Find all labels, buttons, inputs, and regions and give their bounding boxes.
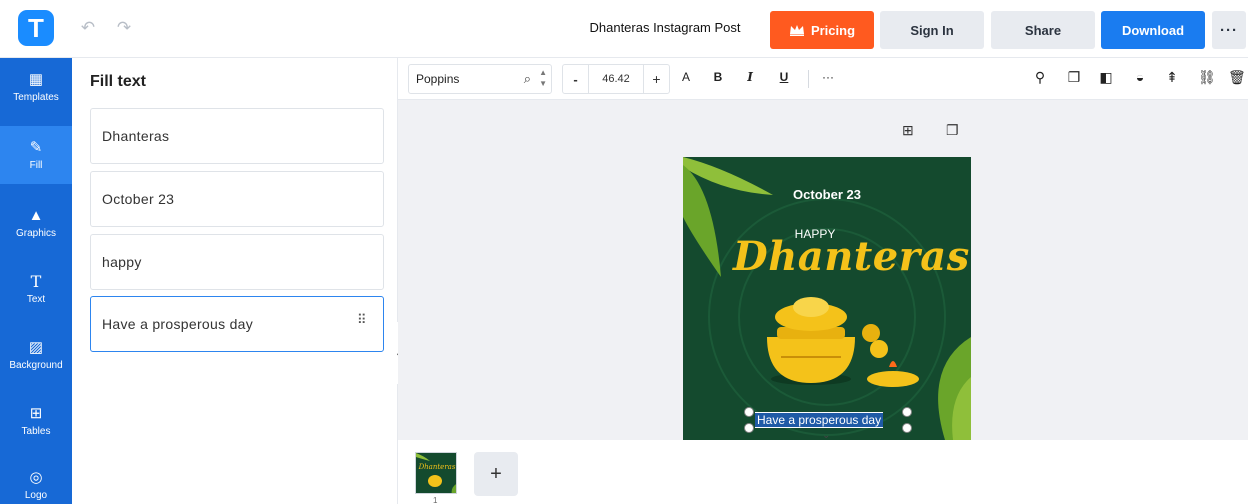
pricing-label: Pricing	[810, 22, 856, 38]
paint-roller-icon[interactable]: ⚲	[1032, 69, 1048, 86]
rail-item-logo[interactable]: ◎ Logo	[0, 456, 72, 504]
logo-icon: ◎	[29, 469, 43, 486]
italic-button[interactable]: I	[742, 70, 758, 84]
templates-icon: ▦	[28, 71, 44, 88]
duplicate-icon[interactable]: ❐	[1066, 69, 1082, 86]
stepper-arrows-icon: ▲ ▼	[539, 68, 547, 88]
text-field-date[interactable]: October 23	[90, 171, 384, 227]
text-toolbar: Poppins ⌕ ▲ ▼ - 46.42 + A B I U ··· ⚲ ❐ ◧…	[398, 58, 1248, 100]
design-artboard[interactable]: October 23 HAPPY Dhanteras Have a prospe…	[683, 157, 971, 440]
text-field-dhanteras[interactable]: Dhanteras	[90, 108, 384, 164]
more-text-options-button[interactable]: ···	[820, 70, 836, 84]
canvas-area: ⊞ ❐ October 23 HAPPY Dhanteras Have a pr…	[398, 100, 1248, 440]
more-options-button[interactable]: ···	[1212, 11, 1246, 49]
drag-handle-icon[interactable]: ⠿	[357, 313, 367, 326]
text-field-value: Have a prosperous day	[102, 316, 254, 332]
copy-page-icon[interactable]: ❐	[946, 122, 959, 139]
add-page-button[interactable]: +	[474, 452, 518, 496]
artboard-subtitle-text[interactable]: Have a prosperous day	[755, 412, 884, 428]
trash-icon[interactable]: 🗑	[1228, 69, 1246, 86]
bold-button[interactable]: B	[710, 70, 726, 84]
undo-icon[interactable]: ↶	[78, 18, 98, 38]
svg-text:Dhanteras: Dhanteras	[418, 463, 456, 471]
font-size-control: - 46.42 +	[562, 64, 670, 94]
font-case-button[interactable]: A	[678, 70, 694, 84]
link-icon[interactable]: ⛓	[1198, 69, 1216, 86]
shapes-icon: ▲	[28, 207, 44, 224]
redo-icon[interactable]: ↷	[114, 18, 134, 38]
rail-item-label: Graphics	[15, 228, 56, 239]
opacity-icon[interactable]: ◒	[1132, 69, 1148, 85]
share-button[interactable]: Share	[991, 11, 1095, 49]
left-rail: ▦ Templates ✎ Fill ▲ Graphics T Text ▨ B…	[0, 58, 72, 504]
selection-handle[interactable]	[744, 407, 754, 417]
page-thumbnail[interactable]: Dhanteras	[415, 452, 457, 494]
table-icon: ⊞	[29, 405, 43, 422]
pages-strip: Dhanteras 1 +	[398, 440, 1248, 504]
font-size-input[interactable]: 46.42	[589, 65, 643, 93]
fill-text-panel: Fill text Dhanteras October 23 happy Hav…	[72, 58, 398, 504]
rail-item-label: Background	[9, 360, 63, 371]
text-field-subtitle[interactable]: Have a prosperous day ⠿	[90, 296, 384, 352]
top-bar: T ↶ ↷ Dhanteras Instagram Post Pricing S…	[0, 0, 1248, 58]
layer-order-icon[interactable]: ◧	[1098, 69, 1114, 86]
underline-button[interactable]: U	[776, 70, 792, 84]
add-page-icon[interactable]: ⊞	[902, 122, 914, 139]
pencil-icon: ✎	[29, 139, 43, 156]
crown-icon	[789, 25, 804, 36]
rail-item-graphics[interactable]: ▲ Graphics	[0, 194, 72, 252]
artboard-date-text[interactable]: October 23	[683, 187, 971, 202]
document-title[interactable]: Dhanteras Instagram Post	[570, 20, 760, 35]
rail-item-background[interactable]: ▨ Background	[0, 326, 72, 384]
text-field-happy[interactable]: happy	[90, 234, 384, 290]
rail-item-label: Tables	[21, 426, 51, 437]
rail-item-fill[interactable]: ✎ Fill	[0, 126, 72, 184]
rail-item-label: Text	[26, 294, 46, 305]
font-size-decrease-button[interactable]: -	[563, 65, 589, 93]
page-number: 1	[433, 496, 438, 504]
rail-item-label: Templates	[13, 92, 59, 103]
thumbnail-preview: Dhanteras	[416, 453, 456, 493]
align-icon[interactable]: ⇞	[1164, 69, 1180, 86]
font-family-value: Poppins	[416, 72, 460, 86]
search-icon: ⌕	[523, 71, 531, 86]
panel-title: Fill text	[90, 73, 147, 90]
sign-in-button[interactable]: Sign In	[880, 11, 984, 49]
rail-item-text[interactable]: T Text	[0, 260, 72, 318]
toolbar-divider	[808, 70, 809, 88]
rail-item-tables[interactable]: ⊞ Tables	[0, 392, 72, 450]
font-family-select[interactable]: Poppins ⌕ ▲ ▼	[408, 64, 552, 94]
selection-handle[interactable]	[902, 423, 912, 433]
rail-item-templates[interactable]: ▦ Templates	[0, 58, 72, 116]
artboard-title-text[interactable]: Dhanteras	[733, 233, 970, 280]
rail-item-label: Fill	[29, 160, 43, 171]
rail-item-label: Logo	[24, 490, 48, 501]
font-size-increase-button[interactable]: +	[643, 65, 669, 93]
pricing-button[interactable]: Pricing	[770, 11, 874, 49]
download-button[interactable]: Download	[1101, 11, 1205, 49]
selection-handle[interactable]	[744, 423, 754, 433]
background-icon: ▨	[28, 339, 44, 356]
app-logo[interactable]: T	[18, 10, 54, 46]
selection-handle[interactable]	[902, 407, 912, 417]
text-icon: T	[30, 272, 42, 291]
